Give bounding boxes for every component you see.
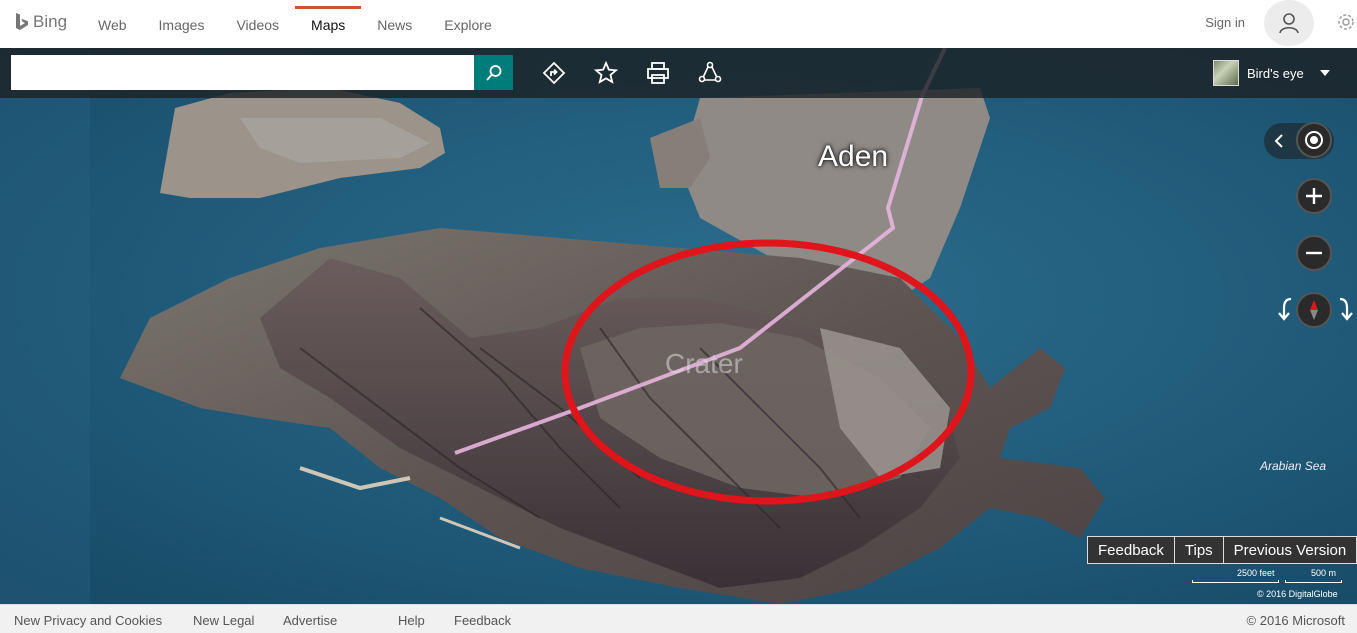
signin-link[interactable]: Sign in <box>1205 15 1245 30</box>
view-thumbnail <box>1213 60 1239 86</box>
zoom-out-button[interactable] <box>1296 235 1332 271</box>
bing-logo[interactable]: Bing <box>14 12 67 32</box>
scale-bar: 2500 feet 500 m <box>1192 567 1344 589</box>
footer-privacy-link[interactable]: New Privacy and Cookies <box>14 613 162 628</box>
nav-web[interactable]: Web <box>82 0 143 48</box>
nav-images[interactable]: Images <box>143 0 221 48</box>
view-label: Bird's eye <box>1247 65 1304 81</box>
nav-bar: Web Images Videos Maps News Explore <box>82 0 508 48</box>
zoom-in-button[interactable] <box>1296 178 1332 214</box>
view-selector[interactable]: Bird's eye <box>1213 60 1330 86</box>
rotate-right-icon[interactable] <box>1336 296 1356 322</box>
locate-icon <box>1305 131 1323 149</box>
search-icon <box>485 64 501 81</box>
avatar[interactable] <box>1264 0 1314 46</box>
bing-logo-icon <box>16 13 28 30</box>
collapse-left-icon[interactable] <box>1272 133 1286 149</box>
footer-legal-link[interactable]: New Legal <box>193 613 254 628</box>
compass-icon <box>1310 300 1318 320</box>
nav-news[interactable]: News <box>361 0 428 48</box>
scale-metric: 500 m <box>1310 568 1336 578</box>
footer-advertise-link[interactable]: Advertise <box>283 613 337 628</box>
compass-button[interactable] <box>1296 292 1332 328</box>
locate-me-button[interactable] <box>1296 122 1332 158</box>
map-feedback-button[interactable]: Feedback <box>1087 536 1175 564</box>
minus-icon <box>1306 251 1322 255</box>
footer: New Privacy and Cookies New Legal Advert… <box>0 604 1357 633</box>
district-label: Crater <box>665 348 743 379</box>
plus-icon <box>1306 188 1322 204</box>
previous-version-button[interactable]: Previous Version <box>1222 536 1357 564</box>
scale-imperial: 2500 feet <box>1237 568 1275 578</box>
map-feedback-bar: Feedback Tips Previous Version <box>1087 536 1357 564</box>
imagery-copyright: © 2016 DigitalGlobe <box>1257 589 1338 599</box>
logo-text: Bing <box>33 12 68 31</box>
scale-bar-imperial <box>1192 580 1279 583</box>
nav-videos[interactable]: Videos <box>220 0 295 48</box>
sea-label: Arabian Sea <box>1260 459 1327 473</box>
footer-copyright: © 2016 Microsoft <box>1246 613 1345 628</box>
settings-gear-icon[interactable] <box>1336 12 1356 32</box>
map-tips-button[interactable]: Tips <box>1173 536 1224 564</box>
nav-maps[interactable]: Maps <box>295 0 362 48</box>
print-icon[interactable] <box>646 61 670 85</box>
user-icon <box>1279 13 1299 34</box>
top-navigation: Bing Web Images Videos Maps News Explore… <box>0 0 1357 48</box>
map-toolbar: Bird's eye <box>0 48 1357 98</box>
footer-help-link[interactable]: Help <box>398 613 425 628</box>
directions-icon[interactable] <box>542 61 566 85</box>
chevron-down-icon <box>1319 70 1330 76</box>
footer-feedback-link[interactable]: Feedback <box>454 613 511 628</box>
satellite-imagery <box>0 48 1357 604</box>
nav-explore[interactable]: Explore <box>428 0 507 48</box>
rotate-left-icon[interactable] <box>1275 296 1295 322</box>
share-icon[interactable] <box>698 61 722 85</box>
favorites-icon[interactable] <box>594 61 618 85</box>
city-label: Aden <box>818 140 889 173</box>
search-button[interactable] <box>474 55 513 90</box>
scale-bar-metric <box>1285 580 1342 583</box>
map-canvas[interactable]: Bird's eye Aden Crater Arabian Sea Feedb… <box>0 48 1357 604</box>
search-input[interactable] <box>11 55 474 90</box>
